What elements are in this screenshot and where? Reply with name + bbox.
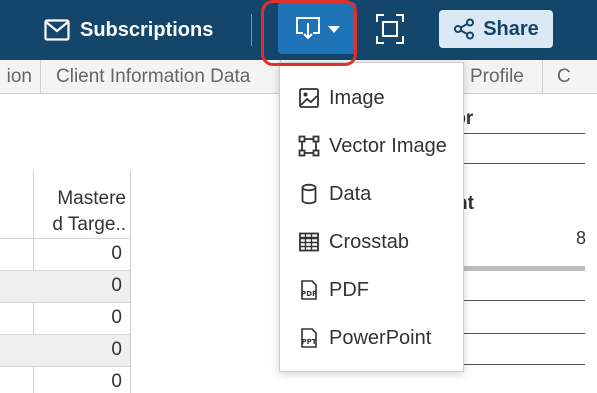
download-button[interactable] bbox=[278, 2, 356, 54]
subscriptions-button[interactable]: Subscriptions bbox=[44, 14, 213, 46]
menu-item-crosstab[interactable]: Crosstab bbox=[280, 218, 463, 266]
table-row: 0 bbox=[0, 238, 130, 270]
tab-profile[interactable]: Profile bbox=[464, 60, 543, 94]
panel-rule bbox=[455, 364, 585, 365]
column-divider bbox=[130, 170, 131, 393]
menu-item-label: Data bbox=[329, 182, 372, 205]
panel-value: 8 bbox=[576, 228, 587, 248]
share-label: Share bbox=[483, 17, 539, 40]
download-icon bbox=[296, 17, 320, 40]
menu-item-vector-image[interactable]: Vector Image bbox=[280, 122, 463, 170]
panel-rule bbox=[455, 333, 585, 334]
tab-label: Profile bbox=[470, 66, 524, 87]
tab-label: C bbox=[557, 66, 571, 87]
table-cell: 0 bbox=[111, 307, 122, 328]
svg-text:PDF: PDF bbox=[301, 290, 317, 298]
table-cell: 0 bbox=[111, 243, 122, 264]
image-icon bbox=[298, 87, 320, 109]
share-button[interactable]: Share bbox=[439, 10, 553, 48]
menu-item-label: Image bbox=[329, 86, 385, 109]
envelope-icon bbox=[44, 19, 70, 41]
tab-client-information-data[interactable]: Client Information Data bbox=[41, 60, 281, 94]
database-icon bbox=[298, 183, 320, 205]
menu-item-pdf[interactable]: PDF PDF bbox=[280, 266, 463, 314]
menu-item-powerpoint[interactable]: PPT PowerPoint bbox=[280, 314, 463, 362]
table-row: 0 bbox=[0, 334, 130, 366]
tab-ion[interactable]: ion bbox=[0, 60, 41, 94]
panel-rule bbox=[455, 163, 585, 164]
toolbar-divider bbox=[251, 14, 252, 46]
panel-rule bbox=[455, 300, 585, 301]
table-cell: 0 bbox=[111, 339, 122, 360]
panel-rule bbox=[455, 133, 585, 134]
table-row: 0 bbox=[0, 302, 130, 334]
subscriptions-label: Subscriptions bbox=[80, 18, 214, 41]
full-screen-button[interactable] bbox=[375, 12, 405, 46]
tab-label: ion bbox=[6, 66, 32, 87]
menu-item-label: PowerPoint bbox=[329, 326, 432, 349]
full-screen-icon bbox=[376, 14, 404, 44]
column-header-line: Mastere bbox=[57, 188, 126, 209]
table-row: 0 bbox=[0, 270, 130, 302]
menu-item-image[interactable]: Image bbox=[280, 74, 463, 122]
download-menu: Image Vector Image Data Crosstab PDF PDF… bbox=[279, 62, 464, 372]
menu-item-label: Vector Image bbox=[329, 134, 447, 157]
column-header-line: d Targe.. bbox=[52, 214, 126, 235]
chevron-down-icon bbox=[328, 25, 340, 33]
tab-label: Client Information Data bbox=[56, 66, 251, 87]
tab-c[interactable]: C bbox=[543, 60, 597, 94]
menu-item-label: PDF bbox=[329, 278, 369, 301]
share-icon bbox=[454, 18, 475, 40]
powerpoint-icon: PPT bbox=[298, 327, 320, 349]
pdf-icon: PDF bbox=[298, 279, 320, 301]
svg-text:PPT: PPT bbox=[301, 338, 316, 346]
vector-image-icon bbox=[298, 135, 320, 157]
menu-item-data[interactable]: Data bbox=[280, 170, 463, 218]
crosstab-icon bbox=[298, 231, 320, 253]
menu-item-label: Crosstab bbox=[329, 230, 410, 253]
table-cell: 0 bbox=[111, 275, 122, 296]
panel-scrollbar bbox=[455, 266, 585, 271]
column-header-mastered-target[interactable]: Mastere d Targe.. bbox=[34, 186, 126, 238]
table-row: 0 bbox=[0, 366, 130, 393]
toolbar: Subscriptions Share bbox=[0, 0, 597, 60]
table-cell: 0 bbox=[111, 371, 122, 392]
